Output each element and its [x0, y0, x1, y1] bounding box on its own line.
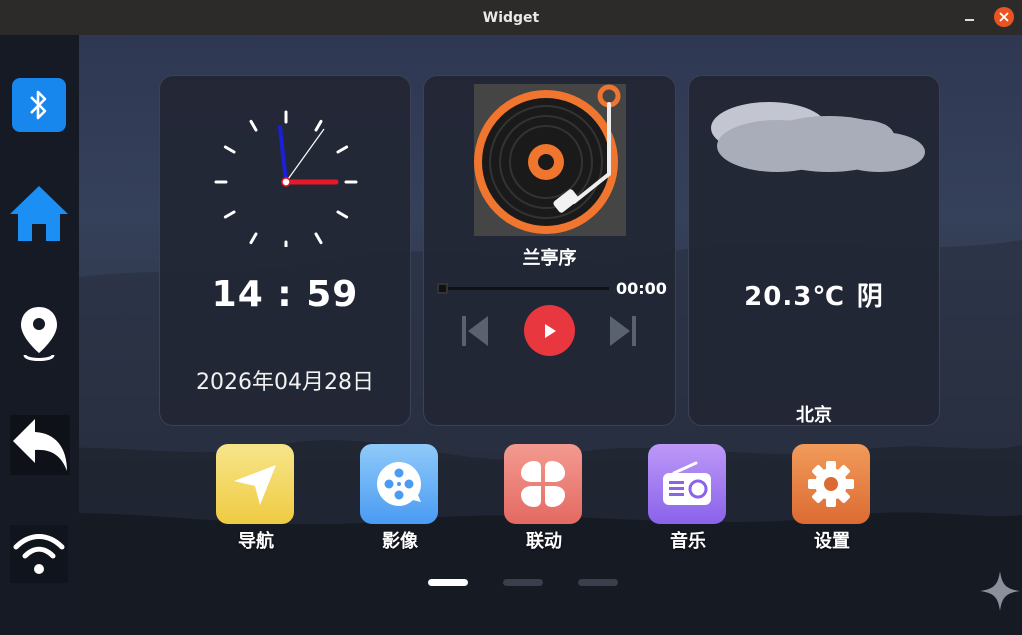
- app-navigation[interactable]: 导航: [216, 444, 296, 553]
- digital-time: 14 : 59: [211, 274, 359, 315]
- wifi-button[interactable]: [10, 525, 68, 583]
- gear-icon: [808, 461, 854, 507]
- play-button[interactable]: [524, 305, 575, 356]
- window-title: Widget: [482, 9, 540, 26]
- progress-slider[interactable]: [437, 283, 609, 294]
- app-link-tile: [504, 444, 582, 524]
- film-reel-icon: [377, 462, 421, 506]
- vinyl-record-icon: [474, 84, 621, 234]
- previous-button[interactable]: [460, 313, 490, 349]
- clock-widget: 14 : 59 2026年04月28日: [159, 75, 411, 426]
- app-media[interactable]: 影像: [360, 444, 440, 553]
- app-label: 联动: [526, 531, 562, 552]
- minute-hand: [278, 125, 288, 184]
- skip-next-icon: [610, 316, 636, 346]
- app-music-tile: [648, 444, 726, 524]
- weather-summary: 20.3℃ 阴: [689, 276, 939, 313]
- home-icon: [10, 186, 68, 241]
- music-widget: 兰亭序 00:00: [423, 75, 676, 426]
- close-icon: [999, 12, 1009, 22]
- sparkle-icon: [980, 571, 1020, 611]
- minimize-icon: [964, 19, 974, 21]
- weather-widget: 20.3℃ 阴 北京: [688, 75, 940, 426]
- bluetooth-icon: [30, 90, 47, 120]
- home-button[interactable]: [8, 181, 70, 247]
- app-link[interactable]: 联动: [504, 444, 584, 553]
- title-bar: Widget: [0, 0, 1022, 35]
- clock-tick: [314, 232, 323, 245]
- bluetooth-button[interactable]: [12, 78, 66, 132]
- app-label: 设置: [814, 531, 850, 552]
- close-button[interactable]: [994, 7, 1014, 27]
- play-icon: [544, 323, 556, 338]
- city-label: 北京: [796, 405, 832, 426]
- app-label: 导航: [238, 531, 274, 552]
- song-title: 兰亭序: [522, 248, 577, 269]
- weather-condition: 阴: [856, 282, 884, 312]
- analog-clock: [214, 110, 358, 247]
- clock-tick: [314, 119, 323, 132]
- location-button[interactable]: [14, 303, 64, 365]
- clover-icon: [521, 461, 565, 507]
- page-indicator-2[interactable]: [503, 579, 543, 586]
- progress-track: [437, 287, 609, 290]
- progress-handle[interactable]: [437, 283, 448, 294]
- app-settings[interactable]: 设置: [792, 444, 872, 553]
- radio-icon: [663, 461, 711, 505]
- back-arrow-icon: [13, 419, 67, 471]
- app-music[interactable]: 音乐: [648, 444, 728, 553]
- location-pin-icon: [21, 307, 57, 361]
- app-navigation-tile: [216, 444, 294, 524]
- temperature: 20.3℃: [744, 282, 845, 312]
- app-label: 影像: [382, 531, 418, 552]
- clock-tick: [249, 119, 258, 132]
- navigation-arrow-icon: [234, 465, 276, 505]
- album-cover: [474, 84, 626, 236]
- date-label: 2026年04月28日: [196, 370, 374, 395]
- page-indicator-1[interactable]: [428, 579, 468, 586]
- next-button[interactable]: [608, 313, 638, 349]
- clock-tick: [223, 145, 236, 154]
- page-indicator-3[interactable]: [578, 579, 618, 586]
- sidebar: [0, 35, 79, 635]
- clock-tick: [336, 210, 349, 219]
- app-settings-tile: [792, 444, 870, 524]
- clock-tick: [249, 232, 258, 245]
- second-hand: [285, 128, 325, 183]
- minimize-button[interactable]: [960, 8, 978, 26]
- clock-center: [281, 177, 291, 187]
- elapsed-time: 00:00: [616, 279, 667, 298]
- back-button[interactable]: [10, 415, 70, 475]
- app-media-tile: [360, 444, 438, 524]
- app-label: 音乐: [670, 531, 706, 552]
- cloudy-icon: [711, 102, 925, 172]
- clock-tick: [223, 210, 236, 219]
- skip-previous-icon: [462, 316, 488, 346]
- clock-tick: [336, 145, 349, 154]
- wifi-icon: [13, 534, 65, 574]
